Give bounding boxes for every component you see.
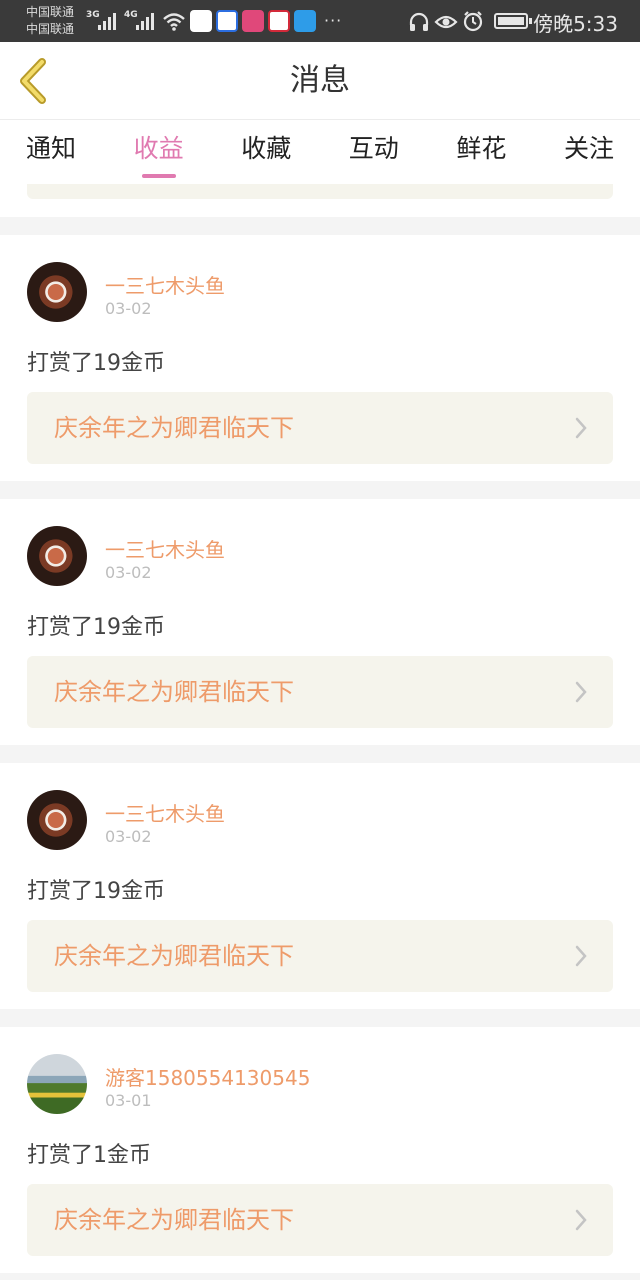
- message-date: 03-02: [105, 299, 152, 318]
- tab-following[interactable]: 关注: [564, 120, 614, 184]
- message-date: 03-02: [105, 563, 152, 582]
- user-name[interactable]: 一三七木头鱼: [105, 270, 225, 299]
- list-item: 一三七木头鱼 03-02 打赏了19金币 庆余年之为卿君临天下: [0, 235, 640, 481]
- book-title: 庆余年之为卿君临天下: [54, 1206, 294, 1234]
- tab-notifications[interactable]: 通知: [26, 120, 76, 184]
- ctrip-app-icon: [268, 10, 290, 32]
- avatar[interactable]: [27, 262, 87, 322]
- avatar[interactable]: [27, 1054, 87, 1114]
- reward-text: 打赏了19金币: [27, 879, 165, 904]
- list-item: 游客1580554130545 03-01 打赏了1金币 庆余年之为卿君临天下: [0, 1027, 640, 1273]
- more-dots-icon: ···: [324, 11, 343, 30]
- active-tab-indicator: [141, 174, 176, 178]
- user-name[interactable]: 游客1580554130545: [105, 1062, 310, 1091]
- signal-bars-icon: [98, 12, 116, 30]
- wifi-icon: [163, 13, 185, 31]
- status-time: 傍晚5:33: [533, 12, 618, 36]
- zhihu-app-icon: [190, 10, 212, 32]
- tab-bar: 通知 收益 收藏 互动 鲜花 关注: [0, 120, 640, 184]
- header-bar: 消息: [0, 42, 640, 120]
- carrier-1: 中国联通: [26, 5, 75, 19]
- reward-text: 打赏了1金币: [27, 1143, 151, 1168]
- status-bar: 中国联通 中国联通 3G 4G ··· 傍晚5:33: [0, 0, 640, 42]
- baidu-app-icon: [216, 10, 238, 32]
- carrier-labels: 中国联通 中国联通: [26, 4, 74, 38]
- tab-label: 收益: [133, 134, 184, 163]
- book-title: 庆余年之为卿君临天下: [54, 678, 294, 706]
- signal-bars-icon: [136, 12, 154, 30]
- tab-favorites[interactable]: 收藏: [241, 120, 291, 184]
- tab-label: 通知: [26, 134, 77, 163]
- tab-interactions[interactable]: 互动: [349, 120, 399, 184]
- book-link[interactable]: 庆余年之为卿君临天下: [27, 656, 613, 728]
- user-name[interactable]: 一三七木头鱼: [105, 798, 225, 827]
- reward-text: 打赏了19金币: [27, 615, 165, 640]
- chevron-right-icon: [575, 417, 587, 439]
- book-link[interactable]: 庆余年之为卿君临天下: [27, 1184, 613, 1256]
- book-link[interactable]: 庆余年之为卿君临天下: [27, 392, 613, 464]
- user-name[interactable]: 一三七木头鱼: [105, 534, 225, 563]
- list-item: 一三七木头鱼 03-02 打赏了19金币 庆余年之为卿君临天下: [0, 499, 640, 745]
- chevron-right-icon: [575, 681, 587, 703]
- avatar[interactable]: [27, 790, 87, 850]
- tab-label: 鲜花: [456, 134, 507, 163]
- reward-text: 打赏了19金币: [27, 351, 165, 376]
- alarm-icon: [463, 11, 483, 32]
- message-date: 03-01: [105, 1091, 152, 1110]
- chevron-right-icon: [575, 945, 587, 967]
- book-link-partial[interactable]: [27, 184, 613, 199]
- battery-icon: [494, 13, 532, 29]
- page-title: 消息: [290, 63, 350, 98]
- tab-label: 互动: [348, 134, 399, 163]
- avatar[interactable]: [27, 526, 87, 586]
- list-item-partial: [0, 184, 640, 217]
- list-item: 一三七木头鱼 03-02 打赏了19金币 庆余年之为卿君临天下: [0, 763, 640, 1009]
- weibo-app-icon: [242, 10, 264, 32]
- tab-label: 关注: [563, 134, 614, 163]
- message-date: 03-02: [105, 827, 152, 846]
- tab-flowers[interactable]: 鲜花: [456, 120, 506, 184]
- chevron-right-icon: [575, 1209, 587, 1231]
- book-link[interactable]: 庆余年之为卿君临天下: [27, 920, 613, 992]
- blue-app-icon: [294, 10, 316, 32]
- tab-label: 收藏: [241, 134, 292, 163]
- eye-icon: [434, 15, 458, 29]
- book-title: 庆余年之为卿君临天下: [54, 414, 294, 442]
- message-list[interactable]: 一三七木头鱼 03-02 打赏了19金币 庆余年之为卿君临天下 一三七木头鱼 0…: [0, 184, 640, 1280]
- tab-earnings[interactable]: 收益: [134, 120, 184, 184]
- headphone-icon: [409, 12, 429, 31]
- book-title: 庆余年之为卿君临天下: [54, 942, 294, 970]
- carrier-2: 中国联通: [26, 22, 75, 36]
